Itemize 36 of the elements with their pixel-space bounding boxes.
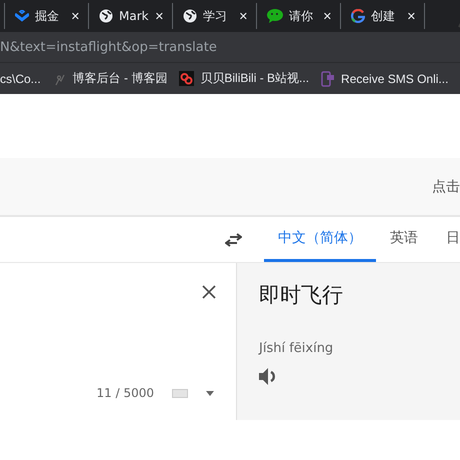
close-icon[interactable] bbox=[202, 285, 216, 299]
browser-tab[interactable]: 创建 ✕ bbox=[340, 3, 424, 29]
globe-icon bbox=[99, 9, 113, 23]
link-icon bbox=[179, 71, 194, 86]
google-icon bbox=[351, 9, 365, 23]
speaker-icon[interactable] bbox=[259, 368, 277, 385]
close-icon[interactable]: ✕ bbox=[406, 10, 416, 22]
browser-tab[interactable]: 掘金 ✕ bbox=[4, 3, 88, 29]
layers-icon bbox=[15, 10, 29, 22]
bookmark[interactable]: cs\Co... bbox=[0, 72, 41, 86]
browser-tab[interactable]: Mark ✕ bbox=[88, 3, 172, 29]
tab-title: 创建 bbox=[371, 8, 396, 24]
chat-icon bbox=[267, 9, 283, 23]
close-icon[interactable]: ✕ bbox=[70, 10, 80, 22]
bookmark[interactable]: 博客后台 - 博客园 bbox=[52, 70, 168, 87]
language-tab[interactable]: 日 bbox=[432, 217, 460, 262]
bookmark[interactable]: 贝贝BiliBili - B站视... bbox=[179, 70, 310, 87]
language-tab[interactable]: 英语 bbox=[376, 217, 432, 262]
character-counter: 11 / 5000 bbox=[96, 386, 154, 400]
caret-icon[interactable] bbox=[206, 390, 214, 396]
tab-title: Mark bbox=[119, 9, 149, 23]
phone-icon bbox=[321, 70, 336, 86]
close-icon[interactable]: ✕ bbox=[154, 10, 164, 22]
translation-text: 即时飞行 bbox=[259, 282, 344, 309]
browser-tab[interactable]: 请你 ✕ bbox=[256, 3, 340, 29]
tab-title: 掘金 bbox=[35, 8, 60, 24]
bookmark[interactable]: Receive SMS Onli... bbox=[321, 70, 448, 86]
close-icon[interactable]: ✕ bbox=[238, 10, 248, 22]
globe-icon bbox=[183, 9, 197, 23]
banner-text: 点击 bbox=[432, 178, 460, 196]
tab-title: 请你 bbox=[289, 8, 314, 24]
swap-icon[interactable] bbox=[225, 232, 242, 246]
browser-tab[interactable]: 学习 ✕ bbox=[172, 3, 256, 29]
close-icon[interactable]: ✕ bbox=[322, 10, 332, 22]
romanization-text: Jíshí fēixíng bbox=[259, 341, 334, 356]
tab-title: 学习 bbox=[203, 8, 228, 24]
